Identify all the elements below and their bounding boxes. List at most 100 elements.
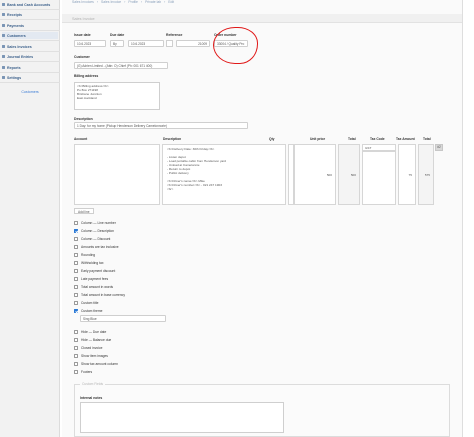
checkbox[interactable]: [74, 337, 78, 342]
bank-icon: [2, 3, 5, 6]
sidebar-item-customers[interactable]: Customers: [2, 32, 58, 39]
checkbox[interactable]: [74, 329, 78, 334]
option-custom-theme[interactable]: Custom theme: [74, 308, 102, 313]
main-right-border: [462, 0, 463, 437]
option-late-fees[interactable]: Late payment fees: [74, 276, 108, 281]
receipt-icon: [2, 13, 5, 16]
col-header-line-total: Total: [423, 137, 431, 141]
col-header-unit-price: Unit price: [310, 137, 326, 141]
checkbox[interactable]: [74, 228, 78, 233]
line-description-textarea[interactable]: <b>Delivery Date: 30th Friday</b> - List…: [162, 144, 286, 205]
sidebar-sub-link[interactable]: Customers: [0, 90, 60, 94]
option-rounding[interactable]: Rounding: [74, 252, 95, 257]
line-total-value: 500: [338, 144, 360, 205]
col-header-tax-amount: Tax Amount: [396, 137, 415, 141]
option-label: Footers: [81, 369, 93, 374]
breadcrumb-separator: ›: [124, 0, 126, 4]
line-account-select[interactable]: [74, 144, 160, 205]
breadcrumb-separator: ›: [140, 0, 143, 4]
sidebar-item-bank[interactable]: Bank and Cash Accounts: [2, 1, 58, 8]
option-hide-balance[interactable]: Hide — Balance due: [74, 337, 111, 342]
sidebar-item-label: Journal Entries: [7, 54, 34, 59]
checkbox[interactable]: [74, 369, 78, 374]
option-early-payment[interactable]: Early payment discount: [74, 268, 115, 273]
checkbox[interactable]: [74, 252, 78, 257]
issue-date-input[interactable]: 10.6.2023: [74, 40, 106, 47]
option-label: Show tax amount column: [81, 361, 119, 366]
option-amount-words[interactable]: Total amount in words: [74, 284, 113, 289]
checkbox[interactable]: [74, 244, 78, 249]
page-title: Sales Invoice: [72, 17, 95, 21]
breadcrumb-item[interactable]: Profile: [128, 0, 138, 4]
checkbox[interactable]: [74, 260, 78, 265]
checkbox[interactable]: [74, 284, 78, 289]
option-hide-due-date[interactable]: Hide — Due date: [74, 329, 106, 334]
breadcrumb-item[interactable]: Sales Invoice: [101, 0, 121, 4]
checkbox[interactable]: [74, 308, 78, 313]
billing-address-textarea[interactable]: <b>Billing address</b> Po Box 271198 Bri…: [74, 82, 160, 110]
sidebar-divider: [0, 40, 60, 41]
option-label: Hide — Balance due: [81, 337, 112, 342]
reference-input[interactable]: 21009: [176, 40, 210, 47]
option-tax-amount-column[interactable]: Show tax amount column: [74, 361, 118, 366]
sidebar-divider: [0, 19, 60, 20]
checkbox[interactable]: [74, 345, 78, 350]
theme-select[interactable]: Sing Blue: [80, 315, 166, 322]
line-tax-code-select[interactable]: GST: [362, 144, 396, 151]
option-description[interactable]: Column — Description: [74, 228, 114, 233]
option-footers[interactable]: Footers: [74, 369, 92, 374]
col-header-tax-code: Tax Code: [370, 137, 385, 141]
reference-auto-checkbox[interactable]: [166, 40, 173, 47]
checkbox[interactable]: [74, 300, 78, 305]
internal-notes-textarea[interactable]: [80, 402, 284, 433]
line-unit-price-input[interactable]: 500: [294, 144, 336, 205]
sidebar-item-label: Bank and Cash Accounts: [7, 2, 51, 7]
breadcrumb-item[interactable]: Sales Invoices: [72, 0, 94, 4]
option-base-currency[interactable]: Total amount in base currency: [74, 292, 125, 297]
option-label: Withholding tax: [81, 260, 104, 265]
sidebar-item-journal-entries[interactable]: Journal Entries: [2, 53, 58, 60]
sidebar-item-label: Payments: [7, 23, 24, 28]
option-line-number[interactable]: Column — Line number: [74, 220, 116, 225]
sidebar-item-payments[interactable]: Payments: [2, 22, 58, 29]
checkbox[interactable]: [74, 220, 78, 225]
due-date-input[interactable]: 10.6.2023: [128, 40, 164, 47]
col-header-qty: Qty: [269, 137, 275, 141]
line-total2-value: 575: [418, 144, 434, 205]
option-withholding-tax[interactable]: Withholding tax: [74, 260, 104, 265]
option-tax-inclusive[interactable]: Amounts are tax inclusive: [74, 244, 119, 249]
option-label: Column — Line number: [81, 220, 116, 225]
reference-label: Reference: [166, 33, 183, 37]
option-custom-title[interactable]: Custom title: [74, 300, 98, 305]
checkbox[interactable]: [74, 353, 78, 358]
breadcrumb-separator: ›: [164, 0, 166, 4]
sidebar-divider: [0, 51, 60, 52]
due-date-type-select[interactable]: By: [110, 40, 124, 47]
invoice-icon: [2, 45, 5, 48]
sidebar-item-sales-invoices[interactable]: Sales Invoices: [2, 43, 58, 50]
option-discount[interactable]: Column — Discount: [74, 236, 110, 241]
billing-address-label: Billing address: [74, 74, 99, 78]
customer-select[interactable]: (G) Adrien Limited - (Attn: O) Chief (Ph…: [74, 62, 168, 69]
line-tax-amount-input[interactable]: 75: [398, 144, 416, 205]
add-line-button[interactable]: Add line: [74, 208, 94, 214]
option-label: Column — Description: [81, 228, 114, 233]
breadcrumb-item[interactable]: Private lab: [145, 0, 161, 4]
checkbox[interactable]: [74, 276, 78, 281]
sidebar-item-receipts[interactable]: Receipts: [2, 11, 58, 18]
checkbox[interactable]: [74, 268, 78, 273]
checkbox[interactable]: [74, 236, 78, 241]
sidebar-item-reports[interactable]: Reports: [2, 64, 58, 71]
description-input[interactable]: 1 Day: for my home (Pickup Henderson Del…: [74, 122, 248, 129]
option-closed-invoice[interactable]: Closed invoice: [74, 345, 102, 350]
line-number-button[interactable]: #2: [435, 144, 443, 151]
sidebar-item-label: Settings: [7, 75, 22, 80]
option-item-images[interactable]: Show item images: [74, 353, 108, 358]
checkbox[interactable]: [74, 361, 78, 366]
sidebar-item-settings[interactable]: Settings: [2, 74, 58, 81]
checkbox[interactable]: [74, 292, 78, 297]
option-label: Early payment discount: [81, 268, 116, 273]
sidebar: Bank and Cash Accounts Receipts Payments…: [0, 0, 60, 437]
option-label: Column — Discount: [81, 236, 111, 241]
red-circle-annotation: [213, 27, 258, 64]
